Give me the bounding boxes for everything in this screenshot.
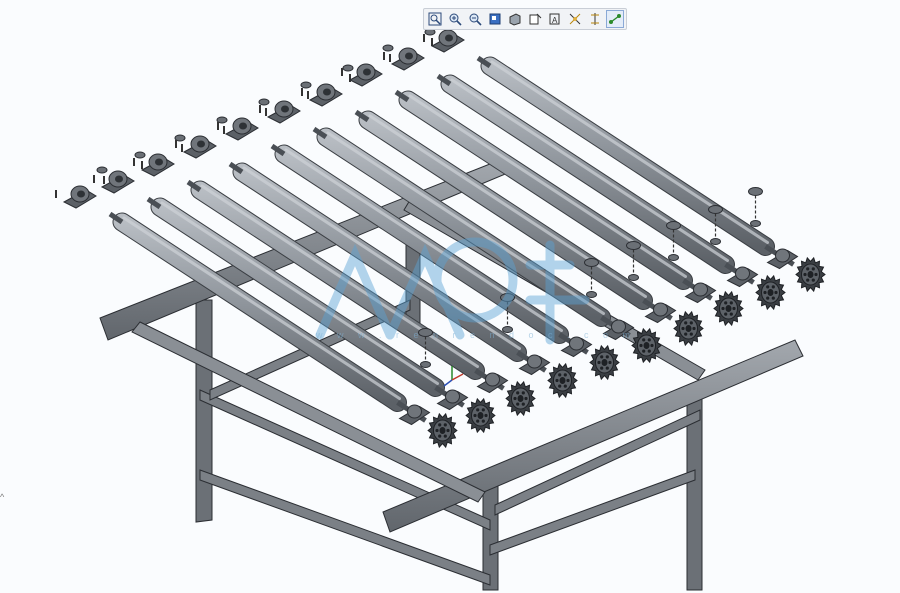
sprocket [673,310,704,347]
repaint-button[interactable] [486,10,504,28]
zoom-out-icon [469,13,482,26]
washer [258,98,270,106]
frame-brace [489,469,696,556]
sprocket [547,362,578,399]
sprocket [505,380,536,417]
sprocket [795,256,826,293]
sprocket [755,274,786,311]
datum-display-button[interactable]: A [546,10,564,28]
washer [96,166,108,174]
display-style-icon [509,13,521,26]
annotation-display-icon [569,13,581,25]
svg-text:A: A [552,16,558,25]
saved-views-icon [529,13,542,25]
frame-leg [195,299,213,523]
view-toolbar: A [423,8,627,30]
zoom-fit-icon [428,12,442,26]
view-manager-icon [609,14,621,24]
washer [300,81,312,89]
sprocket [589,344,620,381]
frame-brace [199,389,491,531]
3d-model-viewport[interactable] [0,0,900,593]
zoom-in-button[interactable] [446,10,464,28]
zoom-out-button[interactable] [466,10,484,28]
cad-application: w w w . r e n r e n d o c . c o m ^ A [0,0,900,593]
exploded-hardware [748,187,763,227]
repaint-icon [489,13,501,25]
sprocket [427,412,458,449]
spin-center-button[interactable] [586,10,604,28]
frame-leg [686,397,703,591]
sprocket [465,397,496,434]
washer [382,44,394,52]
corner-mark: ^ [0,492,5,502]
display-style-button[interactable] [506,10,524,28]
washer [134,151,146,159]
zoom-in-icon [449,13,462,26]
saved-views-button[interactable] [526,10,544,28]
zoom-fit-button[interactable] [426,10,444,28]
annotation-display-button[interactable] [566,10,584,28]
view-manager-button[interactable] [606,10,624,28]
datum-display-icon: A [549,13,560,25]
washer [342,64,354,72]
pillow-block-bearing [55,166,108,209]
spin-center-icon [591,13,599,25]
sprocket [713,290,744,327]
